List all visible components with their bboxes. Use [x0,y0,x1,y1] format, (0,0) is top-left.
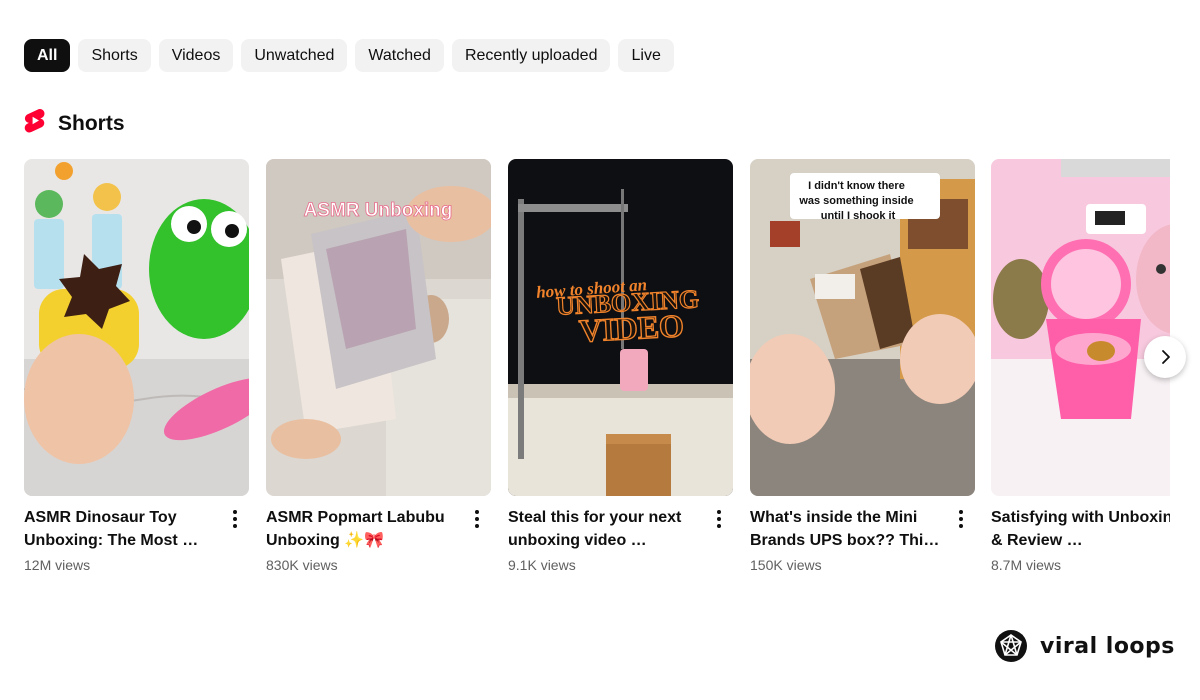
chip-shorts[interactable]: Shorts [78,39,151,72]
filter-chips: All Shorts Videos Unwatched Watched Rece… [24,39,674,72]
short-card[interactable]: Satisfying with Unboxing & Review … 8.7M… [991,159,1170,573]
svg-text:VIDEO: VIDEO [578,307,685,348]
shorts-shelf-header: Shorts [24,108,125,139]
short-thumbnail[interactable]: I didn't know there was something inside… [750,159,975,496]
short-title[interactable]: What's inside the Mini Brands UPS box?? … [750,506,945,552]
short-thumbnail[interactable]: how to shoot an UNBOXING VIDEO [508,159,733,496]
short-views: 150K views [750,557,822,573]
viral-loops-logo: viral loops [994,629,1175,663]
short-card[interactable]: I didn't know there was something inside… [750,159,975,573]
shorts-grid: ASMR Dinosaur Toy Unboxing: The Most … 1… [24,159,1170,589]
chevron-right-icon [1162,350,1170,364]
chip-live[interactable]: Live [618,39,674,72]
thumbnail-overlay-text: ASMR Unboxing [304,200,453,221]
short-views: 830K views [266,557,338,573]
short-thumbnail[interactable] [991,159,1170,496]
shorts-icon [24,108,46,139]
short-title[interactable]: Steal this for your next unboxing video … [508,506,703,552]
short-views: 9.1K views [508,557,576,573]
short-card[interactable]: how to shoot an UNBOXING VIDEO Steal thi… [508,159,733,573]
chip-watched[interactable]: Watched [355,39,444,72]
more-options-icon[interactable] [953,508,969,530]
brand-name: viral loops [1040,633,1175,659]
more-options-icon[interactable] [469,508,485,530]
short-title[interactable]: ASMR Popmart Labubu Unboxing ✨🎀‍‍ [266,506,461,552]
short-card[interactable]: ASMR Dinosaur Toy Unboxing: The Most … 1… [24,159,249,573]
chip-all[interactable]: All [24,39,71,72]
short-title[interactable]: Satisfying with Unboxing & Review … [991,506,1170,552]
short-views: 8.7M views [991,557,1062,573]
more-options-icon[interactable] [227,508,243,530]
short-card[interactable]: ASMR Unboxing ASMR Popmart Labubu Unboxi… [266,159,491,573]
short-title[interactable]: ASMR Dinosaur Toy Unboxing: The Most … [24,506,219,552]
chip-videos[interactable]: Videos [158,39,234,72]
next-button[interactable] [1144,336,1186,378]
chip-unwatched[interactable]: Unwatched [241,39,348,72]
short-thumbnail[interactable]: ASMR Unboxing [266,159,491,496]
short-thumbnail[interactable] [24,159,249,496]
viral-loops-logo-icon [995,630,1027,662]
short-views: 12M views [24,557,91,573]
shelf-title: Shorts [58,111,125,135]
more-options-icon[interactable] [711,508,727,530]
chip-recently-uploaded[interactable]: Recently uploaded [451,39,611,72]
